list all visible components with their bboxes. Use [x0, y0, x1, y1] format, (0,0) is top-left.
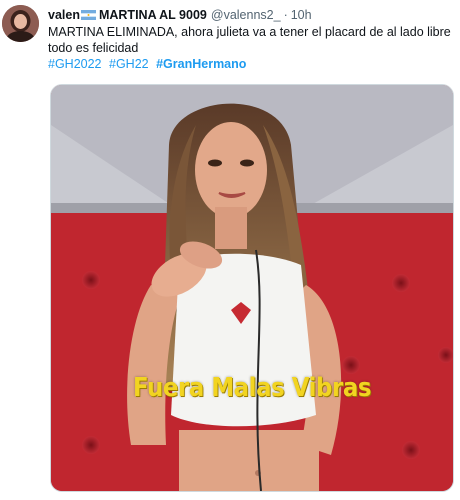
tweet-media-gif[interactable]: Fuera Malas Vibras	[50, 84, 454, 492]
hashtag-list: #GH2022 #GH22 #GranHermano	[48, 57, 250, 71]
display-name[interactable]: valen	[48, 8, 80, 22]
avatar-image	[2, 5, 39, 42]
tweet-timestamp[interactable]: 10h	[291, 8, 312, 22]
tweet[interactable]: valen MARTINA AL 9009 @valenns2_ · 10h M…	[0, 0, 460, 500]
hashtag-link[interactable]: #GH2022	[48, 57, 102, 71]
hashtag-link[interactable]: #GH22	[109, 57, 149, 71]
tweet-header: valen MARTINA AL 9009 @valenns2_ · 10h	[48, 6, 312, 24]
display-name-suffix[interactable]: MARTINA AL 9009	[99, 8, 207, 22]
hashtag-link[interactable]: #GranHermano	[156, 57, 246, 71]
media-image	[51, 85, 453, 491]
avatar[interactable]	[2, 5, 39, 42]
separator-dot: ·	[283, 8, 288, 22]
user-handle[interactable]: @valenns2_	[211, 8, 281, 22]
argentina-flag-icon	[80, 10, 96, 20]
gif-caption: Fuera Malas Vibras	[132, 373, 372, 403]
tweet-text: MARTINA ELIMINADA, ahora julieta va a te…	[48, 25, 451, 55]
